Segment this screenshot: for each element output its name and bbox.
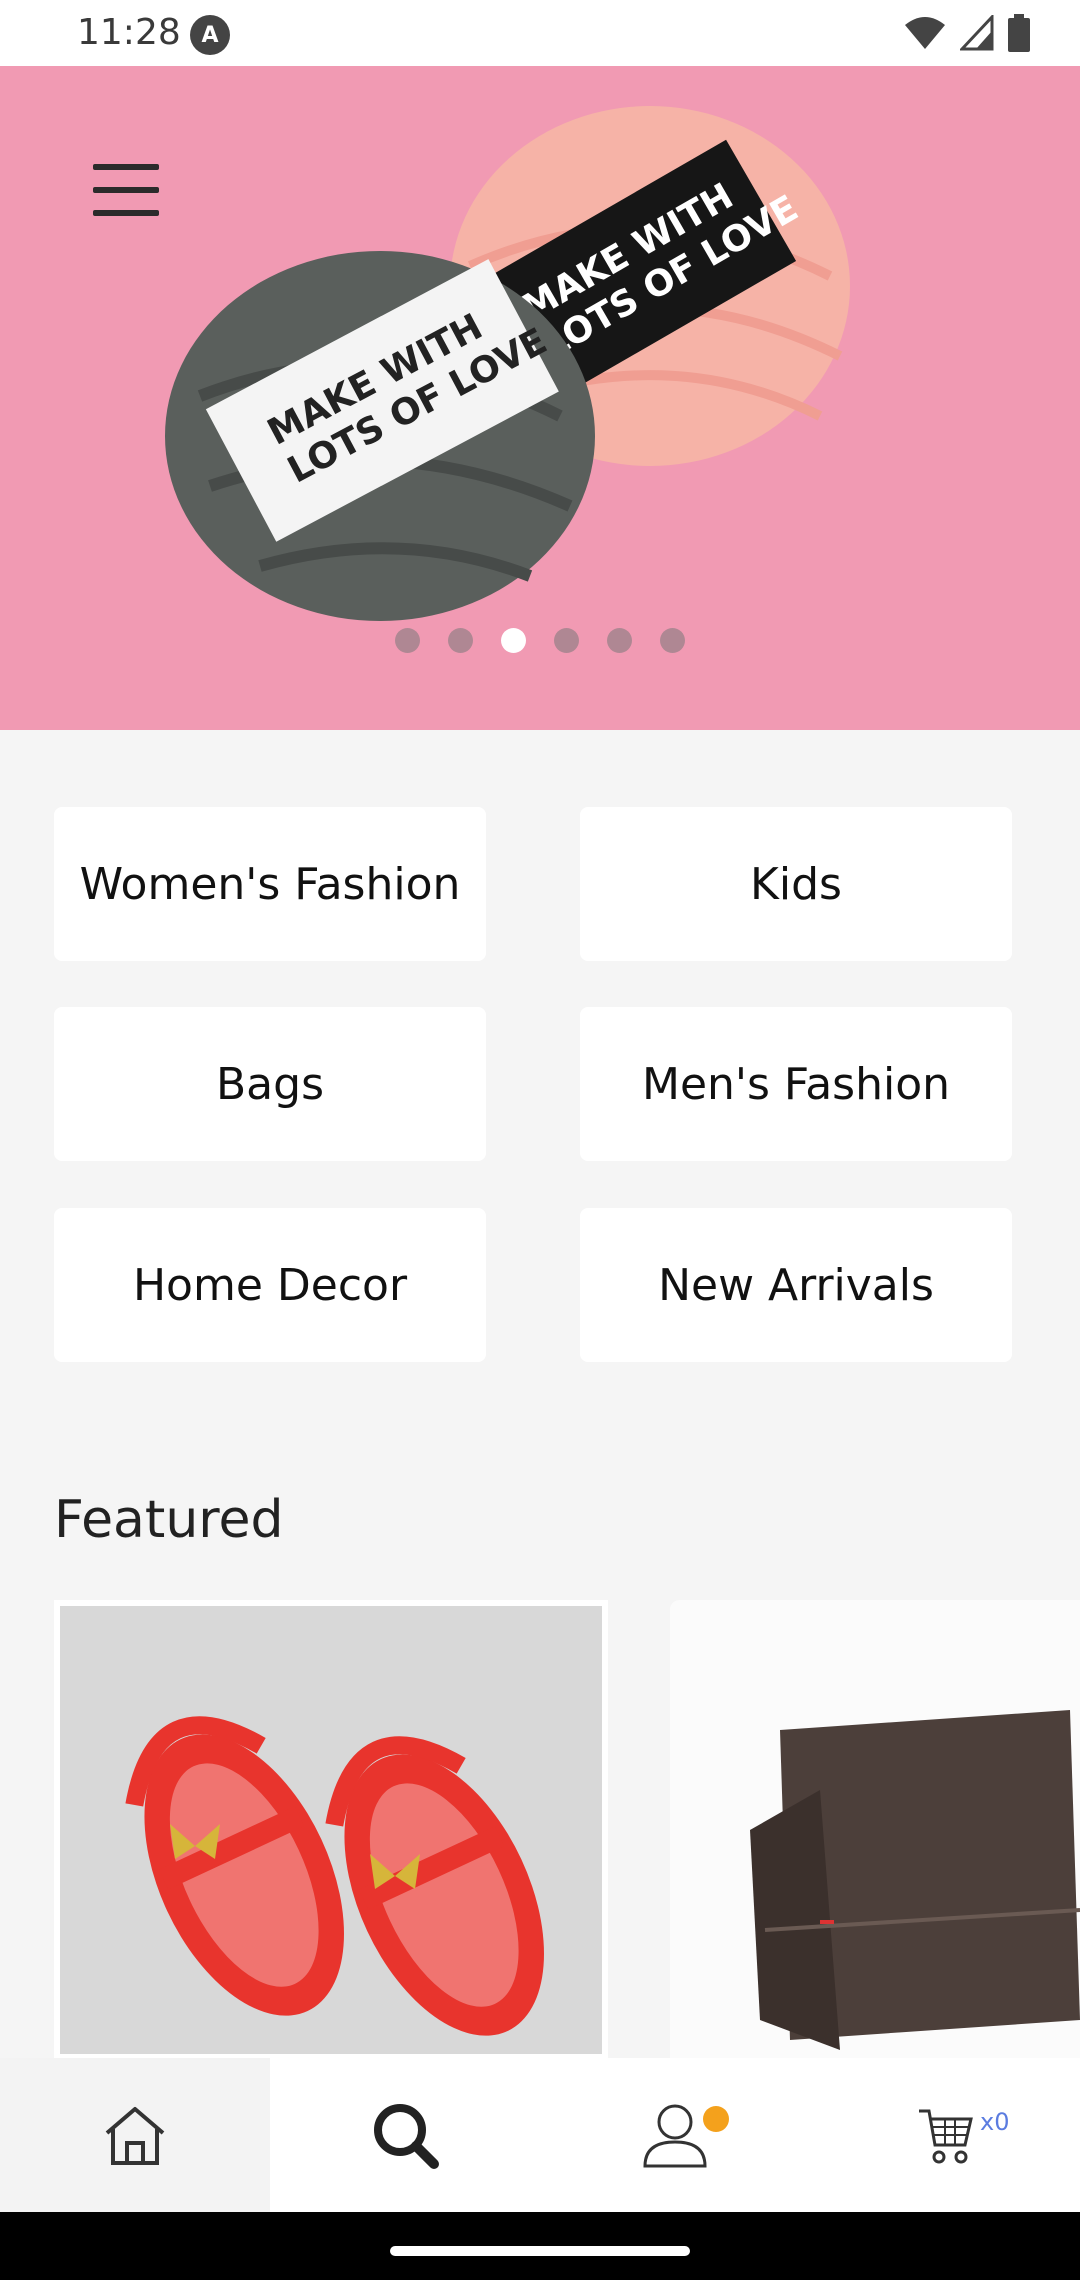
carousel-dot-active[interactable]	[501, 628, 526, 653]
wifi-icon	[905, 17, 945, 49]
category-bags[interactable]: Bags	[54, 1007, 486, 1161]
gesture-handle[interactable]	[390, 2246, 690, 2256]
category-womens-fashion[interactable]: Women's Fashion	[54, 807, 486, 961]
hero-banner[interactable]: MAKE WITH LOTS OF LOVE MAKE WITH LOTS OF…	[0, 66, 1080, 730]
carousel-dot[interactable]	[448, 628, 473, 653]
cart-count: x0	[980, 2108, 1010, 2136]
product-card[interactable]	[54, 1600, 608, 2060]
product-image-sandals	[60, 1606, 602, 2054]
carousel-dot[interactable]	[660, 628, 685, 653]
carousel-dot[interactable]	[395, 628, 420, 653]
app-screen: 11:28 A MAKE WITH LOTS OF LOVE MAKE WITH…	[0, 0, 1080, 2280]
notification-badge	[703, 2106, 729, 2132]
nav-account[interactable]	[540, 2058, 810, 2212]
nav-search[interactable]	[270, 2058, 540, 2212]
category-kids[interactable]: Kids	[580, 807, 1012, 961]
featured-title: Featured	[54, 1490, 284, 1550]
status-bar: 11:28 A	[0, 0, 1080, 66]
category-mens-fashion[interactable]: Men's Fashion	[580, 1007, 1012, 1161]
system-gesture-bar	[0, 2212, 1080, 2280]
battery-icon	[1008, 14, 1030, 52]
carousel-dot[interactable]	[607, 628, 632, 653]
carousel-dot[interactable]	[554, 628, 579, 653]
product-card[interactable]	[670, 1600, 1080, 2060]
bottom-nav: x0	[0, 2058, 1080, 2212]
search-icon	[374, 2104, 439, 2169]
menu-button[interactable]	[88, 162, 164, 222]
account-icon	[643, 2104, 707, 2168]
category-home-decor[interactable]: Home Decor	[54, 1208, 486, 1362]
product-image-wallet	[670, 1600, 1080, 2060]
cart-icon	[919, 2109, 973, 2164]
letter-a-icon: A	[190, 15, 230, 55]
home-icon	[105, 2107, 165, 2165]
category-new-arrivals[interactable]: New Arrivals	[580, 1208, 1012, 1362]
status-time: 11:28	[77, 12, 181, 53]
carousel-indicator	[0, 628, 1080, 653]
signal-icon	[960, 15, 994, 51]
nav-cart[interactable]: x0	[810, 2058, 1080, 2212]
nav-home[interactable]	[0, 2058, 270, 2212]
status-icons	[904, 14, 1030, 52]
